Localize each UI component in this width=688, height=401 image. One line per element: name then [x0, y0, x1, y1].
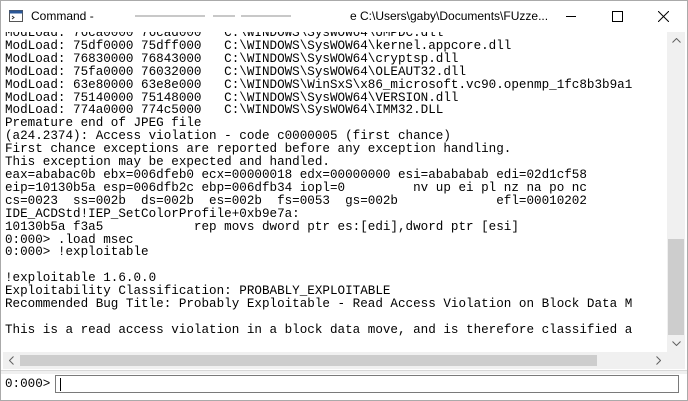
output-line: ModLoad: 774a0000 774c5000 C:\WINDOWS\Sy…	[5, 103, 444, 118]
scroll-up-button[interactable]	[667, 32, 685, 49]
window-title: Command -	[31, 9, 94, 23]
output-line: ModLoad: 75df0000 75dff000 C:\WINDOWS\Sy…	[5, 38, 512, 53]
vertical-scrollbar[interactable]	[667, 32, 685, 352]
output-line: Exploitability Classification: PROBABLY_…	[5, 284, 391, 299]
output-text: ModLoad: 76ca0000 76cad000 C:\WINDOWS\Sy…	[5, 32, 667, 337]
horizontal-scrollbar[interactable]	[3, 352, 667, 369]
scroll-left-button[interactable]	[3, 352, 20, 369]
chevron-right-icon	[656, 356, 661, 365]
output-line: This is a read access violation in a blo…	[5, 322, 633, 337]
chevron-down-icon	[671, 341, 681, 346]
command-input[interactable]	[55, 375, 679, 393]
windbg-command-window: Command - e C:\Users\gaby\Documents\FUzz…	[0, 0, 688, 401]
horizontal-scroll-thumb[interactable]	[20, 355, 597, 366]
output-line: First chance exceptions are reported bef…	[5, 142, 512, 157]
command-prompt: 0:000>	[5, 377, 51, 391]
maximize-button[interactable]	[594, 1, 640, 32]
output-line: 10130b5a f3a5 rep movs dword ptr es:[edi…	[5, 219, 519, 234]
output-line: 0:000> .load msec	[5, 232, 134, 247]
scroll-down-button[interactable]	[667, 335, 685, 352]
output-line: ModLoad: 75140000 75148000 C:\WINDOWS\Sy…	[5, 90, 459, 105]
output-line: 0:000> !exploitable	[5, 245, 149, 260]
close-button[interactable]	[640, 1, 686, 32]
minimize-icon	[565, 16, 576, 17]
title-bar[interactable]: Command - e C:\Users\gaby\Documents\FUzz…	[1, 1, 687, 32]
output-line: IDE_ACDStd!IEP_SetColorProfile+0xb9e7a:	[5, 206, 300, 221]
close-icon	[657, 11, 669, 22]
window-title-path: e C:\Users\gaby\Documents\FUzze...	[350, 9, 549, 23]
text-caret	[60, 378, 61, 391]
output-line: cs=0023 ss=002b ds=002b es=002b fs=0053 …	[5, 193, 587, 208]
chevron-up-icon	[671, 38, 681, 43]
chevron-left-icon	[9, 356, 14, 365]
output-line: eax=ababac0b ebx=006dfeb0 ecx=00000018 e…	[5, 167, 587, 182]
command-output[interactable]: ModLoad: 76ca0000 76cad000 C:\WINDOWS\Sy…	[3, 32, 667, 352]
output-line: eip=10130b5a esp=006dfb2c ebp=006dfb34 i…	[5, 180, 587, 195]
output-line: ModLoad: 63e80000 63e8e000 C:\WINDOWS\Wi…	[5, 77, 633, 92]
minimize-button[interactable]	[548, 1, 594, 32]
output-line: Recommended Bug Title: Probably Exploita…	[5, 297, 633, 312]
command-bar: 0:000>	[1, 374, 687, 400]
output-line: ModLoad: 76830000 76843000 C:\WINDOWS\Sy…	[5, 51, 459, 66]
title-redaction	[101, 15, 341, 19]
scrollbar-corner	[667, 352, 685, 369]
maximize-icon	[611, 11, 623, 22]
output-line: This exception may be expected and handl…	[5, 155, 330, 170]
output-line: ModLoad: 75fa0000 76032000 C:\WINDOWS\Sy…	[5, 64, 467, 79]
scroll-right-button[interactable]	[650, 352, 667, 369]
output-line: Premature end of JPEG file	[5, 116, 202, 131]
output-line: (a24.2374): Access violation - code c000…	[5, 129, 451, 144]
command-window-icon	[9, 10, 23, 22]
output-line: !exploitable 1.6.0.0	[5, 271, 157, 286]
vertical-scroll-thumb[interactable]	[668, 239, 684, 335]
